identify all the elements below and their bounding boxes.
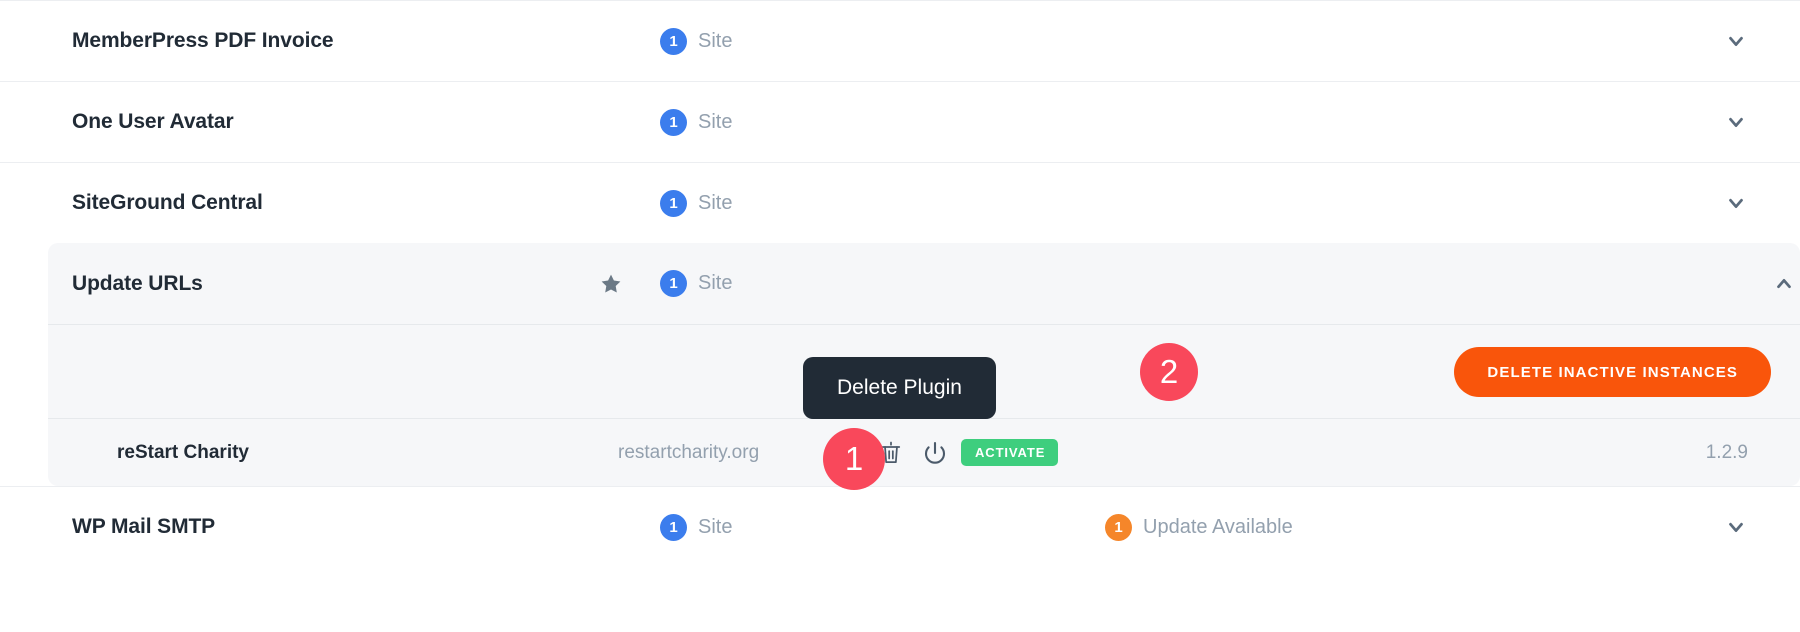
site-count-label: Site	[698, 272, 733, 294]
chevron-down-icon[interactable]	[1722, 108, 1750, 136]
site-count-label: Site	[698, 515, 733, 538]
site-action-icons	[878, 440, 948, 466]
plugin-name: WP Mail SMTP	[72, 515, 216, 538]
site-count: 1 Site	[660, 513, 733, 541]
tooltip: Delete Plugin	[803, 357, 996, 419]
plugin-row[interactable]: SiteGround Central 1 Site	[0, 162, 1800, 243]
site-version: 1.2.9	[1705, 441, 1748, 463]
site-row: reStart Charity restartcharity.org ACTIV…	[48, 418, 1800, 486]
site-count-label: Site	[698, 191, 733, 214]
plugin-name: SiteGround Central	[72, 191, 263, 214]
site-count: 1 Site	[660, 108, 733, 136]
update-count-badge: 1	[1105, 513, 1132, 541]
plugin-name: Update URLs	[72, 271, 203, 295]
site-count-badge: 1	[660, 189, 687, 217]
site-count: 1 Site	[660, 27, 733, 55]
site-name: reStart Charity	[117, 441, 249, 463]
site-count: 1 Site	[660, 189, 733, 217]
plugin-row[interactable]: WP Mail SMTP 1 Site 1 Update Available	[0, 486, 1800, 567]
site-count-badge: 1	[660, 27, 687, 55]
annotation-step-1: 1	[823, 428, 885, 490]
update-available-label: Update Available	[1143, 515, 1293, 538]
plugin-row[interactable]: One User Avatar 1 Site	[0, 81, 1800, 162]
star-icon[interactable]	[598, 271, 624, 297]
site-count: 1 Site	[660, 270, 732, 297]
plugin-name: MemberPress PDF Invoice	[72, 29, 334, 52]
site-count-badge: 1	[660, 513, 687, 541]
chevron-down-icon[interactable]	[1722, 27, 1750, 55]
chevron-up-icon[interactable]	[1770, 270, 1798, 298]
site-count-label: Site	[698, 110, 733, 133]
annotation-step-2: 2	[1140, 343, 1198, 401]
plugin-row[interactable]: MemberPress PDF Invoice 1 Site	[0, 0, 1800, 81]
site-domain[interactable]: restartcharity.org	[618, 442, 759, 464]
plugin-row-expanded-header[interactable]: Update URLs 1 Site	[48, 243, 1800, 324]
site-count-label: Site	[698, 29, 733, 52]
power-icon[interactable]	[922, 440, 948, 466]
delete-inactive-instances-button[interactable]: DELETE INACTIVE INSTANCES	[1454, 347, 1771, 397]
chevron-down-icon[interactable]	[1722, 189, 1750, 217]
site-count-badge: 1	[660, 108, 687, 136]
chevron-down-icon[interactable]	[1722, 513, 1750, 541]
plugin-name: One User Avatar	[72, 110, 234, 133]
site-count-badge: 1	[660, 270, 687, 297]
update-available-status: 1 Update Available	[1105, 513, 1293, 541]
activate-button[interactable]: ACTIVATE	[961, 439, 1059, 466]
plugin-list: MemberPress PDF Invoice 1 Site One User …	[0, 0, 1800, 567]
